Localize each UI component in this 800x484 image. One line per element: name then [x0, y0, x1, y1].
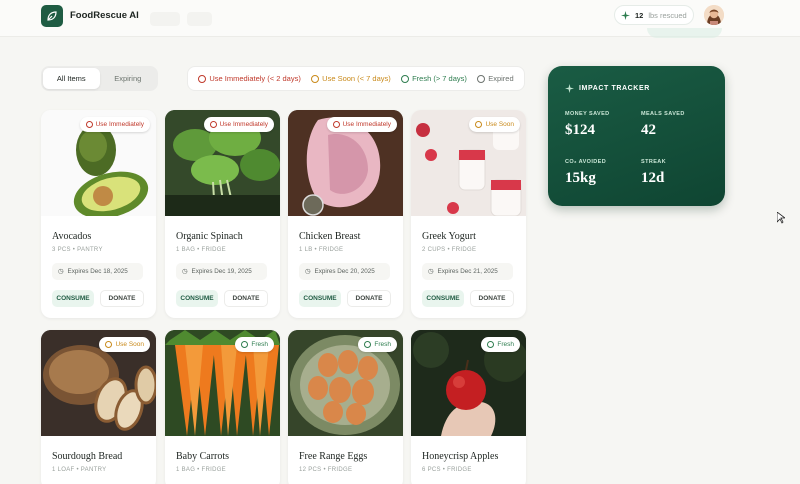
check-circle-icon: [364, 341, 372, 348]
legend-use-soon[interactable]: Use Soon (< 7 days): [311, 74, 391, 83]
status-badge: Fresh: [358, 337, 397, 352]
expiry-chip: ◷ Expires Dec 21, 2025: [422, 263, 513, 280]
item-name: Avocados: [52, 231, 92, 242]
donate-button[interactable]: DONATE: [347, 290, 391, 307]
consume-button[interactable]: CONSUME: [52, 290, 94, 307]
food-card[interactable]: Use Soon Sourdough Bread 1 LOAF • PANTRY: [41, 330, 156, 484]
status-badge: Fresh: [481, 337, 520, 352]
food-card[interactable]: Use Immediately Avocados 3 PCS • PANTRY …: [41, 110, 156, 318]
item-meta: 1 BAG • FRIDGE: [176, 247, 226, 253]
bread-image: Use Soon: [41, 330, 156, 436]
tab-expiring[interactable]: Expiring: [100, 68, 157, 89]
avatar[interactable]: [704, 5, 724, 25]
check-circle-icon: [487, 341, 495, 348]
item-meta: 1 LOAF • PANTRY: [52, 467, 107, 473]
item-name: Organic Spinach: [176, 231, 243, 242]
clock-icon: [311, 74, 320, 83]
rescued-label: lbs rescued: [648, 10, 687, 20]
mouse-cursor-icon: [777, 212, 785, 224]
legend-fresh[interactable]: Fresh (> 7 days): [401, 74, 467, 83]
item-name: Greek Yogurt: [422, 231, 476, 242]
food-card[interactable]: Use Soon Greek Yogurt 2 CUPS • FRIDGE ◷ E…: [411, 110, 526, 318]
clock-icon: ◷: [182, 268, 188, 275]
faded-nav: [150, 12, 180, 26]
legend-expired[interactable]: Expired: [477, 74, 514, 83]
impact-title: IMPACT TRACKER: [565, 84, 650, 93]
check-circle-icon: [241, 341, 249, 348]
rescued-count: 12: [635, 10, 644, 20]
carrots-image: Fresh: [165, 330, 280, 436]
item-meta: 2 CUPS • FRIDGE: [422, 247, 477, 253]
food-card[interactable]: Fresh Free Range Eggs 12 PCS • FRIDGE: [288, 330, 403, 484]
item-meta: 12 PCS • FRIDGE: [299, 467, 353, 473]
food-card[interactable]: Fresh Baby Carrots 1 BAG • FRIDGE: [165, 330, 280, 484]
clock-icon: [475, 121, 483, 128]
item-name: Chicken Breast: [299, 231, 361, 242]
sparkle-icon: [565, 84, 574, 93]
app-name: FoodRescue AI: [70, 10, 139, 21]
apple-image: Fresh: [411, 330, 526, 436]
food-card[interactable]: Fresh Honeycrisp Apples 6 PCS • FRIDGE: [411, 330, 526, 484]
avocado-image: Use Immediately: [41, 110, 156, 216]
check-circle-icon: [401, 74, 410, 83]
item-name: Honeycrisp Apples: [422, 451, 499, 462]
chicken-image: Use Immediately: [288, 110, 403, 216]
expiry-chip: ◷ Expires Dec 19, 2025: [176, 263, 267, 280]
co2-avoided-label: CO₂ AVOIDED: [565, 159, 607, 165]
status-badge: Use Immediately: [326, 117, 397, 132]
status-badge: Use Immediately: [79, 117, 150, 132]
tab-all-items[interactable]: All Items: [43, 68, 100, 89]
faded-header-button: [647, 28, 722, 38]
legend-use-immediately[interactable]: Use Immediately (< 2 days): [198, 74, 301, 83]
money-saved-label: MONEY SAVED: [565, 111, 610, 117]
leaf-logo-icon[interactable]: [41, 5, 63, 27]
consume-button[interactable]: CONSUME: [422, 290, 464, 307]
food-card[interactable]: Use Immediately Organic Spinach 1 BAG • …: [165, 110, 280, 318]
clock-icon: ◷: [428, 268, 434, 275]
x-circle-icon: [477, 74, 486, 83]
expiry-chip: ◷ Expires Dec 18, 2025: [52, 263, 143, 280]
item-meta: 1 LB • FRIDGE: [299, 247, 344, 253]
meals-saved-label: MEALS SAVED: [641, 111, 685, 117]
item-meta: 6 PCS • FRIDGE: [422, 467, 472, 473]
money-saved-value: $124: [565, 122, 595, 138]
donate-button[interactable]: DONATE: [224, 290, 268, 307]
sparkle-icon: [621, 10, 630, 20]
eggs-image: Fresh: [288, 330, 403, 436]
consume-button[interactable]: CONSUME: [176, 290, 218, 307]
clock-icon: [332, 121, 340, 128]
item-meta: 3 PCS • PANTRY: [52, 247, 103, 253]
item-meta: 1 BAG • FRIDGE: [176, 467, 226, 473]
clock-icon: ◷: [305, 268, 311, 275]
clock-icon: [105, 341, 113, 348]
item-name: Baby Carrots: [176, 451, 230, 462]
status-badge: Fresh: [235, 337, 274, 352]
clock-icon: [209, 121, 217, 128]
impact-tracker-card: IMPACT TRACKER MONEY SAVED $124 MEALS SA…: [548, 66, 725, 206]
item-name: Free Range Eggs: [299, 451, 368, 462]
status-badge: Use Immediately: [203, 117, 274, 132]
meals-saved-value: 42: [641, 122, 656, 138]
consume-button[interactable]: CONSUME: [299, 290, 341, 307]
co2-avoided-value: 15kg: [565, 170, 596, 186]
streak-value: 12d: [641, 170, 665, 186]
freshness-legend: Use Immediately (< 2 days) Use Soon (< 7…: [187, 66, 525, 91]
rescued-pill: 12 lbs rescued: [614, 5, 694, 25]
expiry-chip: ◷ Expires Dec 20, 2025: [299, 263, 390, 280]
donate-button[interactable]: DONATE: [470, 290, 514, 307]
spinach-image: Use Immediately: [165, 110, 280, 216]
status-badge: Use Soon: [99, 337, 150, 352]
faded-nav: [187, 12, 212, 26]
clock-icon: [85, 121, 93, 128]
yogurt-image: Use Soon: [411, 110, 526, 216]
clock-icon: ◷: [58, 268, 64, 275]
view-tabs: All Items Expiring: [41, 66, 158, 91]
status-badge: Use Soon: [469, 117, 520, 132]
clock-icon: [198, 74, 207, 83]
donate-button[interactable]: DONATE: [100, 290, 144, 307]
streak-label: STREAK: [641, 159, 667, 165]
item-name: Sourdough Bread: [52, 451, 123, 462]
food-card[interactable]: Use Immediately Chicken Breast 1 LB • FR…: [288, 110, 403, 318]
